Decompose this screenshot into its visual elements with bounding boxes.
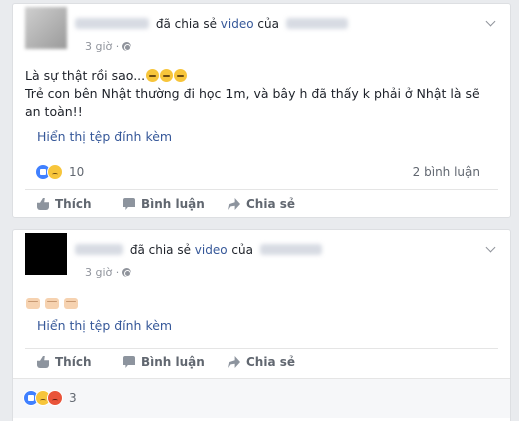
share-label: Chia sẻ xyxy=(246,355,296,369)
thumbs-up-icon xyxy=(37,356,49,368)
reaction-icons: 10 xyxy=(35,164,84,180)
comment-label: Bình luận xyxy=(141,197,205,211)
message-line-2: Trẻ con bên Nhật thường đi học 1m, và bâ… xyxy=(25,86,480,101)
avatar[interactable] xyxy=(25,7,67,49)
comment-icon xyxy=(123,198,135,210)
sad-reaction-icon xyxy=(47,164,63,180)
author-name-blurred[interactable] xyxy=(75,244,123,255)
show-attachment-link[interactable]: Hiển thị tệp đính kèm xyxy=(37,318,172,333)
time-text: 3 giờ · xyxy=(85,266,120,279)
shared-text: đã chia sẻ xyxy=(129,243,191,257)
reactions-footer: 3 xyxy=(13,378,510,418)
reactions-summary[interactable]: 10 2 bình luận xyxy=(25,162,498,184)
post-attribution: đã chia sẻ video của xyxy=(75,243,322,257)
video-link[interactable]: video xyxy=(195,243,228,257)
like-label: Thích xyxy=(55,197,92,211)
comment-icon xyxy=(123,356,135,368)
owner-name-blurred[interactable] xyxy=(285,18,348,29)
like-button[interactable]: Thích xyxy=(37,355,92,369)
post-card: đã chia sẻ video của 3 giờ · Hiển thị tệ… xyxy=(12,229,511,421)
post-message: Là sự thật rồi sao... Trẻ con bên Nhật t… xyxy=(25,67,503,121)
comment-label: Bình luận xyxy=(141,355,205,369)
show-attachment-link[interactable]: Hiển thị tệp đính kèm xyxy=(37,129,172,144)
message-line-3: an toàn!! xyxy=(25,104,83,119)
disappointed-emoji xyxy=(146,69,160,82)
reaction-count: 3 xyxy=(69,391,77,405)
shared-text: đã chia sẻ xyxy=(155,17,217,31)
reactions-summary[interactable]: 3 xyxy=(13,388,510,410)
reaction-count: 10 xyxy=(69,165,85,179)
action-bar: Thích Bình luận Chia sẻ xyxy=(25,191,498,217)
comment-count[interactable]: 2 bình luận xyxy=(413,165,480,179)
post-timestamp[interactable]: 3 giờ · xyxy=(85,40,132,53)
thumbs-up-icon xyxy=(37,198,49,210)
fist-emoji xyxy=(44,298,59,309)
share-button[interactable]: Chia sẻ xyxy=(228,197,295,211)
like-button[interactable]: Thích xyxy=(37,197,92,211)
fist-emoji xyxy=(63,298,78,309)
reaction-icons: 3 xyxy=(23,390,77,406)
of-text: của xyxy=(257,17,279,31)
author-name-blurred[interactable] xyxy=(75,18,149,29)
angry-reaction-icon xyxy=(47,390,63,406)
share-arrow-icon xyxy=(228,356,240,368)
avatar[interactable] xyxy=(25,233,67,275)
chevron-down-icon[interactable] xyxy=(485,16,496,27)
globe-icon xyxy=(122,268,132,277)
owner-name-blurred[interactable] xyxy=(259,244,322,255)
time-text: 3 giờ · xyxy=(85,40,120,53)
disappointed-emoji xyxy=(160,69,174,82)
action-bar: Thích Bình luận Chia sẻ xyxy=(25,349,498,377)
like-label: Thích xyxy=(55,355,92,369)
post-header: đã chia sẻ video của 3 giờ · xyxy=(13,230,510,287)
share-label: Chia sẻ xyxy=(246,197,296,211)
chevron-down-icon[interactable] xyxy=(485,242,496,253)
post-timestamp[interactable]: 3 giờ · xyxy=(85,266,132,279)
video-link[interactable]: video xyxy=(221,17,254,31)
post-header: đã chia sẻ video của 3 giờ · xyxy=(13,4,510,61)
post-message xyxy=(25,296,503,314)
comment-button[interactable]: Bình luận xyxy=(123,355,205,369)
of-text: của xyxy=(231,243,253,257)
share-button[interactable]: Chia sẻ xyxy=(228,355,295,369)
share-arrow-icon xyxy=(228,198,240,210)
post-card: đã chia sẻ video của 3 giờ · Là sự thật … xyxy=(12,3,511,218)
comment-button[interactable]: Bình luận xyxy=(123,197,205,211)
disappointed-emoji xyxy=(174,69,188,82)
fist-emoji xyxy=(26,298,40,309)
post-attribution: đã chia sẻ video của xyxy=(75,17,348,31)
divider xyxy=(25,189,498,190)
message-text: Là sự thật rồi sao... xyxy=(25,68,146,83)
globe-icon xyxy=(122,42,132,51)
message-line-1: Là sự thật rồi sao... xyxy=(25,67,503,85)
